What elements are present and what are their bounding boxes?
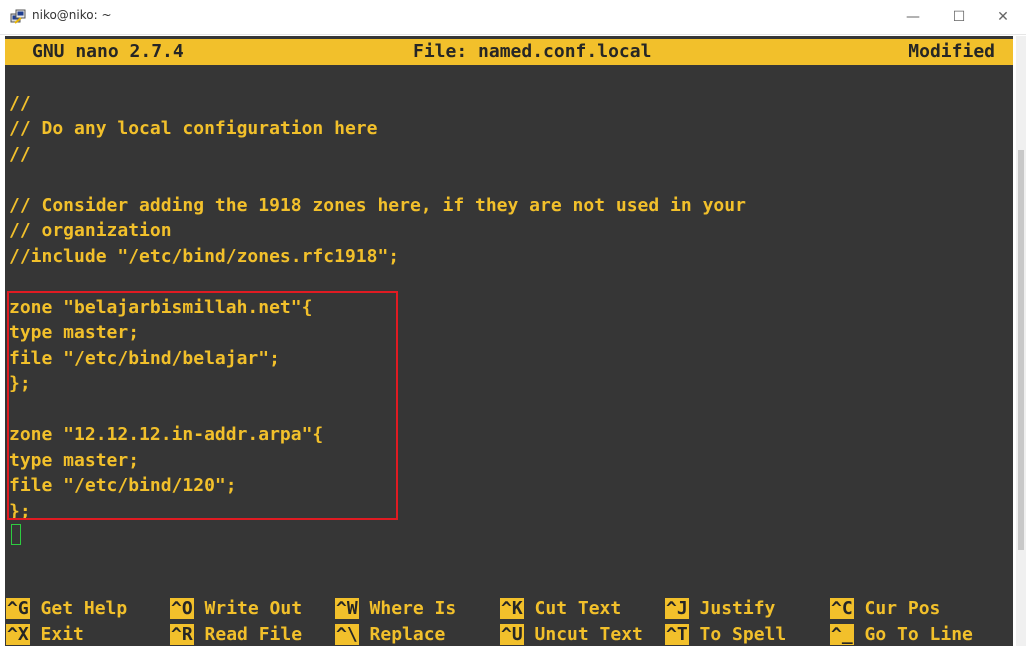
text-cursor [11,524,21,545]
shortcut-write-out[interactable]: ^O Write Out [170,596,302,622]
shortcut-cur-pos[interactable]: ^C Cur Pos [830,596,940,622]
shortcut-label: Write Out [193,598,303,619]
shortcut-label: Go To Line [853,624,973,645]
shortcut-justify[interactable]: ^J Justify [665,596,775,622]
shortcut-exit[interactable]: ^X Exit [6,622,84,646]
close-button[interactable]: ✕ [980,0,1026,34]
file-name: File: named.conf.local [413,41,652,62]
shortcut-label: To Spell [688,624,787,645]
shortcut-key: ^J [665,598,689,619]
shortcut-cut-text[interactable]: ^K Cut Text [500,596,621,622]
editor-line[interactable]: // organization [9,218,172,244]
nano-header: GNU nano 2.7.4 File: named.conf.local Mo… [5,39,1013,65]
window-titlebar: niko@niko: ~ — ☐ ✕ [0,0,1026,35]
shortcut-key: ^C [830,598,854,619]
shortcut-key: ^G [6,598,30,619]
shortcut-key: ^W [335,598,359,619]
shortcut-key: ^O [170,598,194,619]
editor-line[interactable]: // [9,142,31,168]
shortcut-uncut-text[interactable]: ^U Uncut Text [500,622,643,646]
shortcut-label: Get Help [29,598,128,619]
shortcut-key: ^R [170,624,194,645]
putty-icon [10,9,26,24]
terminal-window[interactable]: GNU nano 2.7.4 File: named.conf.local Mo… [5,36,1013,646]
editor-line[interactable]: //include "/etc/bind/zones.rfc1918"; [9,244,399,270]
shortcut-label: Read File [193,624,303,645]
editor-line[interactable]: // Do any local configuration here [9,116,377,142]
shortcut-key: ^\ [335,624,359,645]
editor-line[interactable]: // Consider adding the 1918 zones here, … [9,193,746,219]
minimize-button[interactable]: — [890,0,936,34]
shortcut-get-help[interactable]: ^G Get Help [6,596,127,622]
modified-status: Modified [908,41,995,62]
shortcut-label: Justify [688,598,776,619]
scrollbar-thumb[interactable] [1018,150,1024,550]
shortcut-label: Exit [29,624,84,645]
shortcut-replace[interactable]: ^\ Replace [335,622,445,646]
shortcut-key: ^X [6,624,30,645]
shortcut-label: Cur Pos [853,598,941,619]
shortcut-label: Replace [358,624,446,645]
shortcut-label: Cut Text [523,598,622,619]
window-title: niko@niko: ~ [32,8,112,22]
maximize-button[interactable]: ☐ [936,0,982,34]
editor-line[interactable]: // [9,91,31,117]
shortcut-read-file[interactable]: ^R Read File [170,622,302,646]
shortcut-where-is[interactable]: ^W Where Is [335,596,456,622]
shortcut-to-spell[interactable]: ^T To Spell [665,622,786,646]
shortcut-label: Where Is [358,598,457,619]
shortcut-go-to-line[interactable]: ^_ Go To Line [830,622,973,646]
shortcut-key: ^T [665,624,689,645]
shortcut-key: ^U [500,624,524,645]
nano-version: GNU nano 2.7.4 [32,41,184,62]
zone-highlight-box [7,291,398,520]
shortcut-key: ^_ [830,624,854,645]
shortcut-label: Uncut Text [523,624,643,645]
shortcut-key: ^K [500,598,524,619]
